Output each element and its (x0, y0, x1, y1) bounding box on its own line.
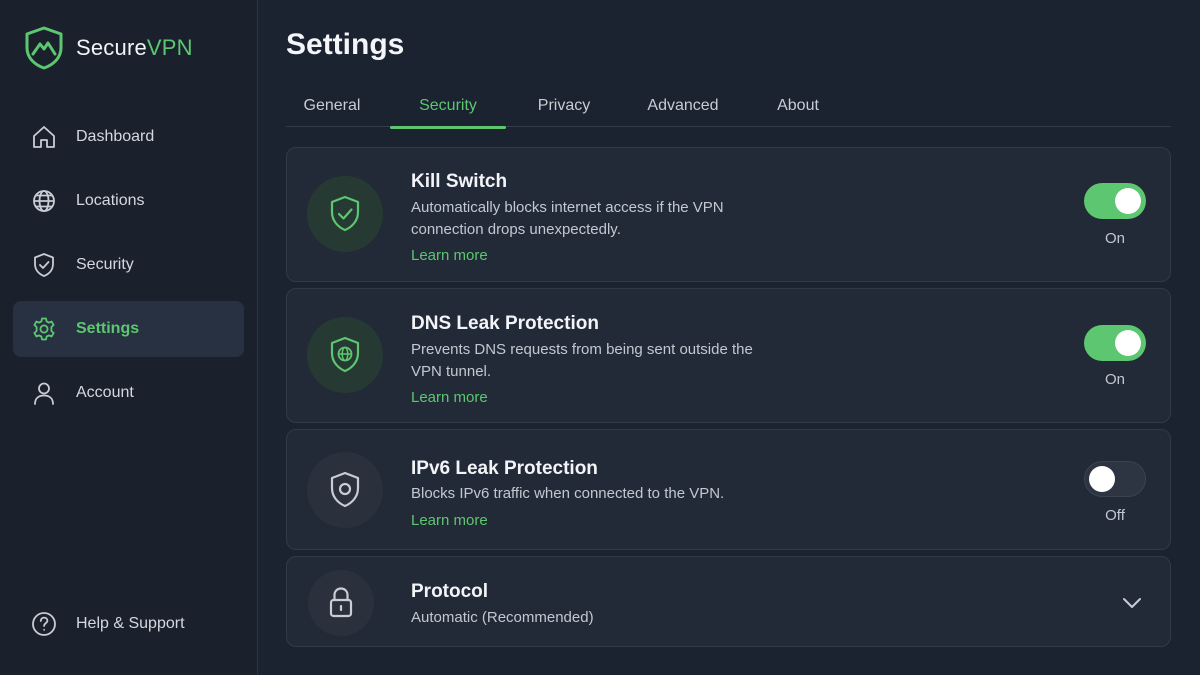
logo-shield-icon (25, 26, 63, 70)
toggle-state-label: On (1104, 230, 1125, 247)
sidebar-item-locations[interactable]: Locations (13, 173, 244, 229)
user-icon (34, 382, 54, 405)
setting-title: Protocol (411, 581, 489, 602)
setting-title: IPv6 Leak Protection (411, 458, 598, 479)
globe-icon (33, 190, 55, 212)
sidebar-item-settings[interactable]: Settings (13, 301, 244, 357)
brand[interactable]: SecureVPN (24, 24, 193, 72)
setting-card-ipv6-leak-protection: IPv6 Leak Protection Blocks IPv6 traffic… (286, 429, 1171, 550)
setting-card-protocol[interactable]: Protocol Automatic (Recommended) (286, 556, 1171, 647)
sidebar-item-label: Dashboard (76, 128, 155, 145)
setting-icon-badge (307, 452, 383, 528)
setting-card-kill-switch: Kill Switch Automatically blocks interne… (286, 147, 1171, 282)
sidebar-item-account[interactable]: Account (13, 365, 244, 421)
sidebar-item-label: Account (76, 384, 134, 401)
shield-check-icon (330, 195, 360, 232)
sidebar-item-dashboard[interactable]: Dashboard (13, 109, 244, 165)
gear-icon (33, 317, 55, 341)
shield-circle-icon (330, 471, 360, 508)
help-icon (32, 612, 56, 636)
learn-more-link[interactable]: Learn more (411, 512, 488, 529)
sidebar: SecureVPN Dashboard Locations Security S… (0, 0, 258, 675)
sidebar-item-label: Help & Support (76, 615, 185, 632)
main-content: Settings General Security Privacy Advanc… (258, 0, 1200, 675)
brand-name: SecureVPN (76, 35, 193, 61)
setting-icon-badge (307, 176, 383, 252)
shield-globe-icon (330, 336, 360, 373)
setting-icon-badge (307, 317, 383, 393)
chevron-down-icon[interactable] (1120, 591, 1144, 615)
learn-more-link[interactable]: Learn more (411, 389, 488, 406)
tab-security[interactable]: Security (390, 84, 506, 129)
tab-advanced[interactable]: Advanced (631, 84, 735, 127)
ipv6-leak-protection-toggle[interactable] (1084, 461, 1146, 497)
sidebar-item-label: Security (76, 256, 134, 273)
dns-leak-protection-toggle[interactable] (1084, 325, 1146, 361)
setting-description: Blocks IPv6 traffic when connected to th… (411, 485, 725, 502)
protocol-value: Automatic (Recommended) (411, 609, 594, 626)
sidebar-item-help[interactable]: Help & Support (13, 596, 244, 652)
sidebar-item-security[interactable]: Security (13, 237, 244, 293)
shield-icon (34, 253, 54, 277)
setting-description: Prevents DNS requests from being sent ou… (411, 341, 753, 380)
tab-bar: General Security Privacy Advanced About (286, 84, 1171, 129)
kill-switch-toggle[interactable] (1084, 183, 1146, 219)
home-icon (33, 126, 55, 148)
page-title: Settings (286, 28, 405, 61)
brand-name-accent: VPN (146, 35, 193, 60)
toggle-state-label: On (1104, 371, 1125, 388)
learn-more-link[interactable]: Learn more (411, 247, 488, 264)
sidebar-item-label: Settings (76, 320, 140, 337)
tab-general[interactable]: General (286, 84, 378, 127)
tab-privacy[interactable]: Privacy (518, 84, 610, 127)
toggle-knob (1089, 466, 1115, 492)
toggle-state-label: Off (1105, 507, 1125, 524)
toggle-knob (1115, 188, 1141, 214)
setting-icon-badge (308, 570, 374, 636)
toggle-knob (1115, 330, 1141, 356)
sidebar-item-label: Locations (76, 192, 145, 209)
lock-icon (329, 587, 353, 618)
brand-name-prefix: Secure (76, 35, 147, 60)
setting-title: DNS Leak Protection (411, 313, 599, 334)
tab-about[interactable]: About (756, 84, 840, 127)
setting-card-dns-leak-protection: DNS Leak Protection Prevents DNS request… (286, 288, 1171, 423)
setting-title: Kill Switch (411, 171, 508, 192)
setting-description: Automatically blocks internet access if … (411, 199, 724, 238)
